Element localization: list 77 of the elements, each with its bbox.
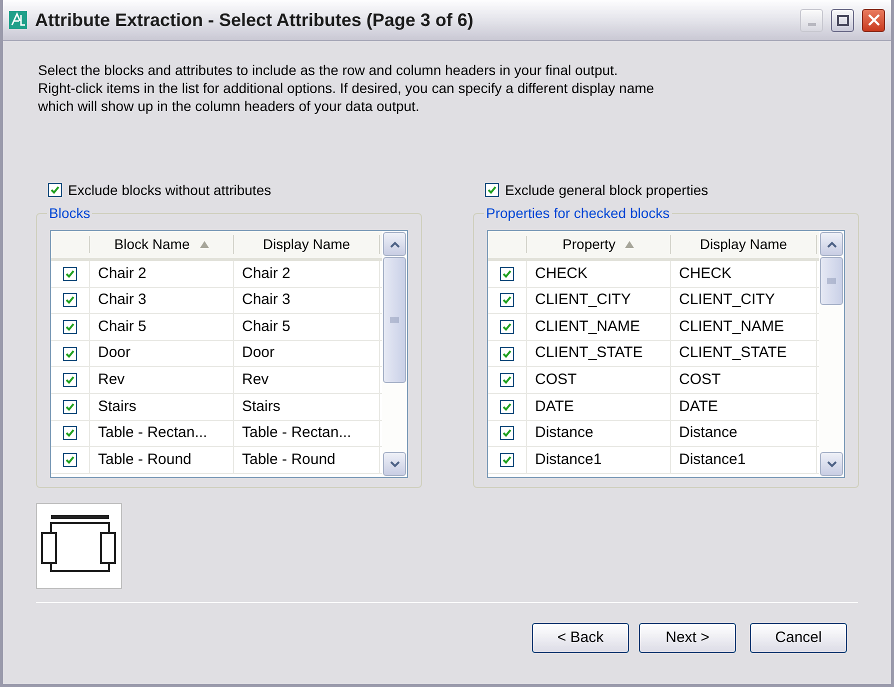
- checkbox[interactable]: [500, 426, 514, 440]
- checkbox[interactable]: [48, 183, 62, 197]
- dialog-button[interactable]: Next >: [639, 623, 736, 653]
- maximize-icon: [836, 14, 848, 26]
- table-cell-text: Chair 2: [98, 264, 146, 284]
- sort-arrow-icon: [200, 241, 209, 248]
- column-header[interactable]: Property: [527, 235, 671, 254]
- checkbox[interactable]: [63, 373, 77, 388]
- minimize-icon: [808, 22, 816, 26]
- scroll-down-icon[interactable]: [820, 452, 843, 476]
- scroll-thumb[interactable]: [383, 257, 406, 383]
- table-cell-text: Stairs: [98, 396, 136, 417]
- scrollbar[interactable]: [819, 231, 844, 477]
- checkbox[interactable]: [63, 400, 77, 414]
- table-cell-text: Rev: [242, 370, 269, 390]
- table-cell-text: Table - Round: [98, 450, 192, 470]
- table-cell-text: Chair 5: [98, 316, 146, 337]
- scroll-up-icon[interactable]: [383, 232, 406, 256]
- scroll-up-icon[interactable]: [820, 232, 843, 256]
- table-cell-text: CLIENT_CITY: [679, 290, 775, 310]
- table-cell-text: CLIENT_STATE: [535, 343, 643, 364]
- dialog-button[interactable]: < Back: [532, 623, 629, 653]
- option-label: Exclude blocks without attributes: [68, 180, 272, 200]
- checkbox[interactable]: [63, 426, 77, 440]
- table-cell-text: CLIENT_CITY: [535, 290, 631, 310]
- checkbox[interactable]: [63, 346, 77, 361]
- instructions-text: Select the blocks and attributes to include as the row and column headers in your final output. Right-click items in the list for additional options. If desired, you can specify a different display name which will show up in the column headers of your data output.: [38, 61, 656, 115]
- table-cell-text: CLIENT_STATE: [679, 343, 787, 364]
- table-cell-text: Chair 5: [242, 316, 290, 337]
- column-header[interactable]: Display Name: [671, 235, 817, 254]
- checkbox[interactable]: [63, 452, 77, 467]
- checkbox[interactable]: [500, 373, 514, 388]
- table-cell-text: Chair 2: [242, 264, 290, 284]
- checkbox[interactable]: [63, 293, 77, 308]
- scroll-thumb[interactable]: [820, 257, 843, 305]
- dialog-button[interactable]: Cancel: [750, 623, 847, 653]
- table-cell-text: CHECK: [679, 264, 732, 284]
- table-cell-text: COST: [679, 370, 721, 390]
- table-cell-text: Stairs: [242, 396, 280, 417]
- app-icon: [9, 11, 27, 29]
- table-cell-text: Door: [98, 343, 131, 364]
- checkbox[interactable]: [63, 266, 77, 281]
- table-cell-text: DATE: [535, 396, 574, 417]
- column-header[interactable]: Block Name: [90, 235, 234, 254]
- table-cell-text: Chair 3: [98, 290, 146, 310]
- close-icon: [868, 14, 880, 26]
- table-cell-text: Table - Rectan...: [98, 423, 208, 444]
- table-cell-text: Table - Rectan...: [242, 423, 352, 444]
- checkbox[interactable]: [500, 266, 514, 281]
- scrollbar[interactable]: [382, 231, 407, 477]
- table-cell-text: Door: [242, 343, 275, 364]
- table-cell-text: CLIENT_NAME: [679, 316, 784, 337]
- checkbox[interactable]: [485, 183, 499, 197]
- table-cell-text: DATE: [679, 396, 718, 417]
- table-cell-text: Rev: [98, 370, 125, 390]
- column-header[interactable]: Display Name: [234, 235, 380, 254]
- table-cell-text: Distance: [679, 423, 738, 444]
- sort-arrow-icon: [625, 241, 634, 248]
- checkbox[interactable]: [500, 452, 514, 467]
- checkbox[interactable]: [500, 400, 514, 414]
- close-button[interactable]: [862, 8, 885, 32]
- checkbox[interactable]: [500, 346, 514, 361]
- table-cell-text: Chair 3: [242, 290, 290, 310]
- checkbox[interactable]: [500, 320, 514, 334]
- table-cell-text: Distance1: [535, 450, 602, 470]
- table-cell-text: CLIENT_NAME: [535, 316, 640, 337]
- checkbox[interactable]: [500, 293, 514, 308]
- table-cell-text: Distance1: [679, 450, 746, 470]
- maximize-button[interactable]: [831, 8, 854, 32]
- table-cell-text: CHECK: [535, 264, 588, 284]
- option-label: Exclude general block properties: [505, 180, 708, 200]
- table-cell-text: COST: [535, 370, 577, 390]
- scroll-down-icon[interactable]: [383, 452, 406, 476]
- window-title: Attribute Extraction - Select Attributes (Page 3 of 6): [35, 8, 474, 32]
- table-cell-text: Table - Round: [242, 450, 336, 470]
- table-cell-text: Distance: [535, 423, 594, 444]
- checkbox[interactable]: [63, 320, 77, 334]
